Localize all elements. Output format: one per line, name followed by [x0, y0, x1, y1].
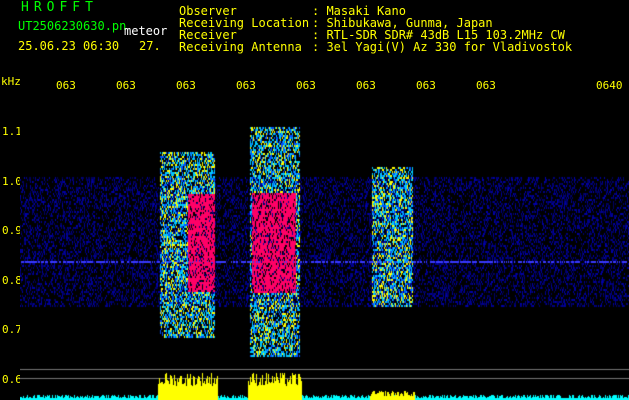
khz-unit-label: kHz: [1, 75, 21, 88]
y-tick-label: 0.7: [2, 323, 22, 336]
x-tick-label: 063: [296, 79, 316, 92]
x-tick-label: 063: [56, 79, 76, 92]
y-tick-label: 0.9: [2, 224, 22, 237]
x-tick-label: 063: [356, 79, 376, 92]
x-tick-label: 063: [416, 79, 436, 92]
antenna-label: Receiving Antenna: [179, 40, 302, 54]
spectrogram-window: HROFFT UT2506230630.pn meteor 25.06.23 0…: [0, 0, 629, 400]
x-tick-label: 063: [176, 79, 196, 92]
filename-label: UT2506230630.pn: [18, 19, 127, 33]
y-tick-label: 0.6: [2, 373, 22, 386]
x-tick-label: 063: [236, 79, 256, 92]
y-tick-label: 1.1: [2, 125, 22, 138]
x-tick-label: 0640: [596, 79, 623, 92]
x-tick-label: 063: [116, 79, 136, 92]
y-tick-label: 1.0: [2, 175, 22, 188]
spectrogram-plot: [20, 97, 629, 400]
count-label: 27.: [139, 39, 161, 53]
datetime-label: 25.06.23 06:30: [18, 39, 120, 53]
meteor-tag: meteor: [124, 24, 168, 38]
antenna-value: : 3el Yagi(V) Az 330 for Vladivostok: [312, 40, 573, 54]
hrofft-logo: HROFFT: [21, 0, 98, 15]
x-tick-label: 063: [476, 79, 496, 92]
y-tick-label: 0.8: [2, 274, 22, 287]
